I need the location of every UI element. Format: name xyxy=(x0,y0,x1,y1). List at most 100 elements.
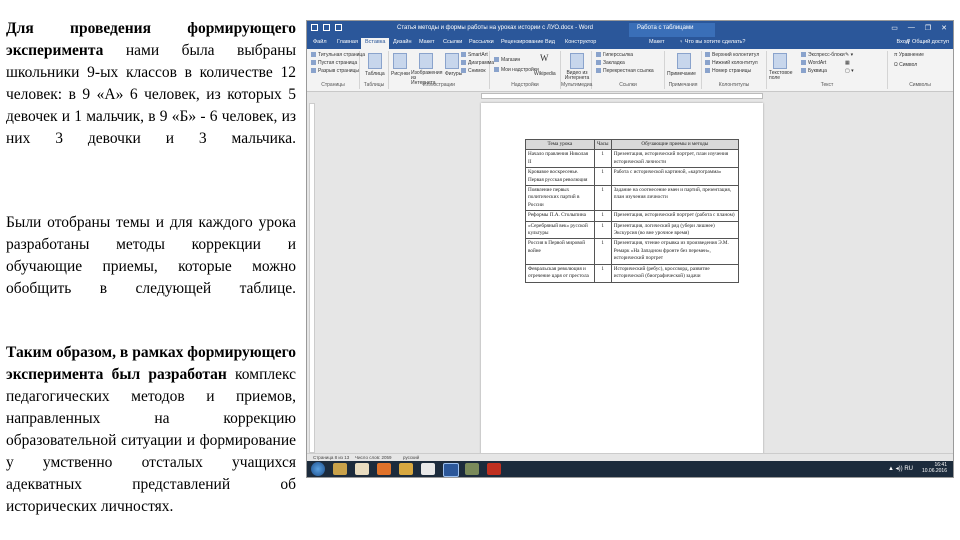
footer-button[interactable]: Нижний колонтитул xyxy=(705,60,758,66)
table-button-label[interactable]: Таблица xyxy=(365,71,385,77)
cell-methods[interactable]: Работа с исторической картиной, «картогр… xyxy=(610,167,740,187)
word-taskbar-icon[interactable] xyxy=(443,463,459,477)
drop-cap-button[interactable]: Буквица xyxy=(801,68,827,74)
smartart-button[interactable]: SmartArt xyxy=(461,52,488,58)
cell-methods[interactable]: Задание на соотнесение имен и партий, пр… xyxy=(610,185,740,212)
paint-taskbar-icon[interactable] xyxy=(421,463,435,475)
tab-home[interactable]: Главная xyxy=(337,39,358,45)
text-box-label[interactable]: Текстовое поле xyxy=(769,71,795,81)
tray-clock[interactable]: 16:41 10.06.2016 xyxy=(922,462,947,474)
signature-line-icon[interactable]: ✎ ▾ xyxy=(845,52,853,58)
cell-topic[interactable]: Начало правления Николая II xyxy=(525,149,595,169)
tab-layout[interactable]: Макет xyxy=(419,39,435,45)
table-row: Появление первых политических партий в Р… xyxy=(525,185,740,212)
online-pictures-icon[interactable] xyxy=(419,53,433,69)
store-button[interactable]: Магазин xyxy=(494,57,520,63)
start-button[interactable] xyxy=(311,462,325,476)
text-box-icon[interactable] xyxy=(773,53,787,69)
cell-methods[interactable]: Презентация, исторический портрет (работ… xyxy=(610,210,740,222)
cell-methods[interactable]: Презентация, чтение отрывка из произведе… xyxy=(610,238,740,265)
online-video-label[interactable]: Видео из Интернета xyxy=(563,71,591,81)
cell-topic[interactable]: Россия в Первой мировой войне xyxy=(525,238,595,265)
cell-methods[interactable]: Презентация, логический ряд (убери лишне… xyxy=(610,220,740,240)
cell-hours[interactable]: 1 xyxy=(593,185,612,212)
pictures-icon[interactable] xyxy=(393,53,407,69)
table-icon[interactable] xyxy=(368,53,382,69)
header-button[interactable]: Верхний колонтитул xyxy=(705,52,759,58)
online-video-icon[interactable] xyxy=(570,53,584,69)
my-addins-button[interactable]: Мои надстройки xyxy=(494,67,539,73)
tab-table-design[interactable]: Конструктор xyxy=(565,39,596,45)
hyperlink-button[interactable]: Гиперссылка xyxy=(596,52,633,58)
powerpoint-taskbar-icon[interactable] xyxy=(487,463,501,475)
explorer-taskbar-icon[interactable] xyxy=(333,463,347,475)
firefox-taskbar-icon[interactable] xyxy=(377,463,391,475)
tab-mailings[interactable]: Рассылки xyxy=(469,39,494,45)
status-words[interactable]: Число слов: 2059 xyxy=(355,455,392,460)
wordart-button[interactable]: WordArt xyxy=(801,60,826,66)
save-icon[interactable] xyxy=(311,24,318,31)
pictures-label[interactable]: Рисунки xyxy=(391,71,410,77)
cell-hours[interactable]: 1 xyxy=(593,167,612,187)
cell-methods[interactable]: Презентация, исторический портрет, план … xyxy=(610,149,740,169)
status-language[interactable]: русский xyxy=(403,455,419,460)
cell-topic[interactable]: «Серебряный век» русской культуры xyxy=(525,220,595,240)
cell-methods[interactable]: Исторический (ребус), кроссворд, развити… xyxy=(610,263,740,283)
share-button[interactable]: ⚲ Общий доступ xyxy=(906,39,949,45)
quick-parts-button[interactable]: Экспресс-блоки xyxy=(801,52,845,58)
cover-page-button[interactable]: Титульная страница xyxy=(311,52,365,58)
group-symbols: π Уравнение Ω Символ Символы xyxy=(888,51,952,89)
document-page[interactable]: Тема урока Часы Обучающие приемы и метод… xyxy=(481,103,763,463)
wikipedia-label[interactable]: Wikipedia xyxy=(534,71,556,77)
tab-insert[interactable]: Вставка xyxy=(361,38,390,49)
object-icon[interactable]: ▢ ▾ xyxy=(845,68,854,74)
equation-label: Уравнение xyxy=(898,52,924,58)
status-page[interactable]: Страница 8 из 13 xyxy=(313,455,349,460)
cell-hours[interactable]: 1 xyxy=(593,220,612,240)
tools-taskbar-icon[interactable] xyxy=(399,463,413,475)
tray-icons[interactable]: ▲ ◂)) RU xyxy=(888,465,913,472)
notepad-taskbar-icon[interactable] xyxy=(355,463,369,475)
tab-table-layout[interactable]: Макет xyxy=(649,39,665,45)
wikipedia-icon[interactable]: W xyxy=(540,53,549,63)
screenshot-button[interactable]: Снимок xyxy=(461,68,486,74)
page-break-button[interactable]: Разрыв страницы xyxy=(311,68,359,74)
cell-topic[interactable]: Февральская революция и отречение царя о… xyxy=(525,263,595,283)
tray-language[interactable]: RU xyxy=(904,466,913,472)
restore-button[interactable]: ❐ xyxy=(925,24,931,32)
bookmark-button[interactable]: Закладка xyxy=(596,60,625,66)
cell-hours[interactable]: 1 xyxy=(593,238,612,265)
tab-view[interactable]: Вид xyxy=(545,39,555,45)
horizontal-ruler[interactable] xyxy=(307,92,953,100)
tab-design[interactable]: Дизайн xyxy=(393,39,412,45)
close-button[interactable]: ✕ xyxy=(941,24,947,32)
equation-button[interactable]: π Уравнение xyxy=(894,52,924,58)
blank-page-button[interactable]: Пустая страница xyxy=(311,60,357,66)
cell-topic[interactable]: Реформы П.А. Столыпина xyxy=(525,210,595,222)
shapes-icon[interactable] xyxy=(445,53,459,69)
page-number-button[interactable]: Номер страницы xyxy=(705,68,751,74)
comment-icon[interactable] xyxy=(677,53,691,69)
cell-topic[interactable]: Кровавое воскресенье. Первая русская рев… xyxy=(525,167,595,187)
tab-review[interactable]: Рецензирование xyxy=(501,39,543,45)
cell-hours[interactable]: 1 xyxy=(593,149,612,169)
cell-hours[interactable]: 1 xyxy=(593,263,612,283)
ribbon-options-button[interactable]: ▭ xyxy=(891,24,898,32)
footer-label: Нижний колонтитул xyxy=(712,60,758,66)
shapes-label[interactable]: Фигуры xyxy=(445,71,462,77)
symbol-button[interactable]: Ω Символ xyxy=(894,62,917,68)
cell-hours[interactable]: 1 xyxy=(593,210,612,222)
tab-file[interactable]: Файл xyxy=(313,39,327,45)
vertical-ruler[interactable] xyxy=(309,103,315,453)
redo-icon[interactable] xyxy=(335,24,342,31)
archive-taskbar-icon[interactable] xyxy=(465,463,479,475)
date-time-icon[interactable]: ▦ xyxy=(845,60,850,66)
undo-icon[interactable] xyxy=(323,24,330,31)
cell-topic[interactable]: Появление первых политических партий в Р… xyxy=(525,185,595,212)
tab-references[interactable]: Ссылки xyxy=(443,39,462,45)
comment-label[interactable]: Примечание xyxy=(667,71,696,77)
minimize-button[interactable]: — xyxy=(908,24,915,32)
tell-me-box[interactable]: ♀ Что вы хотите сделать? xyxy=(679,39,745,45)
cross-reference-button[interactable]: Перекрестная ссылка xyxy=(596,68,654,74)
wordart-label: WordArt xyxy=(808,60,827,66)
